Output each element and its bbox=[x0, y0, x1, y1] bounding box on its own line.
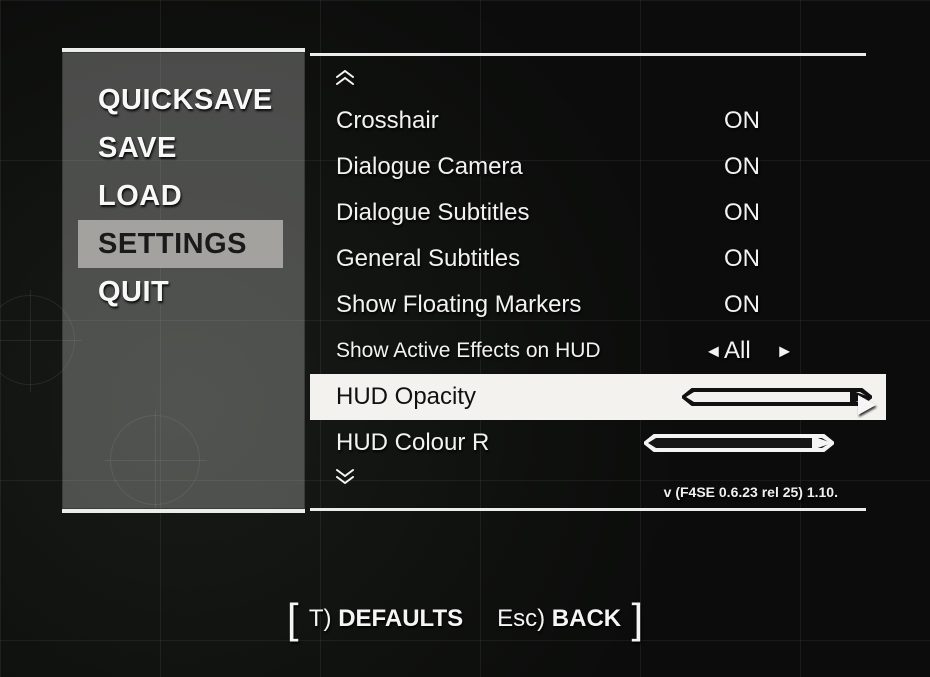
setting-row-hud-colour-r[interactable]: HUD Colour R bbox=[330, 420, 846, 466]
setting-row-general-subtitles[interactable]: General Subtitles ON bbox=[330, 236, 846, 282]
triangle-left-icon[interactable]: ◀ bbox=[708, 343, 719, 360]
menu-item-save[interactable]: SAVE bbox=[62, 124, 305, 172]
hint-key: T) bbox=[309, 605, 332, 632]
setting-value-text: All bbox=[724, 337, 751, 364]
menu-item-load[interactable]: LOAD bbox=[62, 172, 305, 220]
setting-label: Dialogue Subtitles bbox=[336, 199, 668, 227]
settings-panel: Crosshair ON Dialogue Camera ON Dialogue… bbox=[310, 53, 866, 511]
cursor-right-icon bbox=[858, 395, 876, 415]
setting-value[interactable]: ON bbox=[668, 199, 838, 227]
setting-label: Crosshair bbox=[336, 107, 668, 135]
hint-defaults[interactable]: T) DEFAULTS bbox=[309, 605, 463, 633]
setting-label: General Subtitles bbox=[336, 245, 668, 273]
hint-action: DEFAULTS bbox=[338, 605, 463, 632]
setting-label: Dialogue Camera bbox=[336, 153, 668, 181]
menu-item-settings[interactable]: SETTINGS bbox=[78, 220, 283, 268]
hint-key: Esc) bbox=[497, 605, 545, 632]
setting-row-floating-markers[interactable]: Show Floating Markers ON bbox=[330, 282, 846, 328]
version-text: v (F4SE 0.6.23 rel 25) 1.10. bbox=[664, 484, 838, 500]
hint-action: BACK bbox=[552, 605, 621, 632]
setting-label: HUD Colour R bbox=[336, 429, 638, 457]
setting-value[interactable]: ON bbox=[668, 245, 838, 273]
setting-value[interactable]: ON bbox=[668, 153, 838, 181]
triangle-right-icon[interactable]: ▶ bbox=[779, 343, 790, 360]
menu-item-quit[interactable]: QUIT bbox=[62, 268, 305, 316]
setting-row-active-effects[interactable]: Show Active Effects on HUD ◀ All ▶ bbox=[330, 328, 846, 374]
setting-row-hud-opacity[interactable]: HUD Opacity bbox=[310, 374, 886, 420]
pause-menu-panel: QUICKSAVE SAVE LOAD SETTINGS QUIT bbox=[62, 48, 305, 513]
setting-value[interactable]: ON bbox=[668, 107, 838, 135]
scroll-up-icon[interactable] bbox=[330, 70, 846, 88]
setting-label: HUD Opacity bbox=[336, 383, 676, 411]
slider-hud-colour-r[interactable] bbox=[638, 433, 838, 453]
setting-value[interactable]: ◀ All ▶ bbox=[668, 337, 838, 365]
setting-row-dialogue-subtitles[interactable]: Dialogue Subtitles ON bbox=[330, 190, 846, 236]
menu-item-quicksave[interactable]: QUICKSAVE bbox=[62, 76, 305, 124]
slider-hud-opacity[interactable] bbox=[676, 387, 876, 407]
setting-row-dialogue-camera[interactable]: Dialogue Camera ON bbox=[330, 144, 846, 190]
key-hints-bar: T) DEFAULTS Esc) BACK bbox=[295, 599, 635, 639]
setting-row-crosshair[interactable]: Crosshair ON bbox=[330, 98, 846, 144]
setting-label: Show Floating Markers bbox=[336, 291, 668, 319]
hint-back[interactable]: Esc) BACK bbox=[497, 605, 621, 633]
setting-value[interactable]: ON bbox=[668, 291, 838, 319]
setting-label: Show Active Effects on HUD bbox=[336, 339, 668, 363]
